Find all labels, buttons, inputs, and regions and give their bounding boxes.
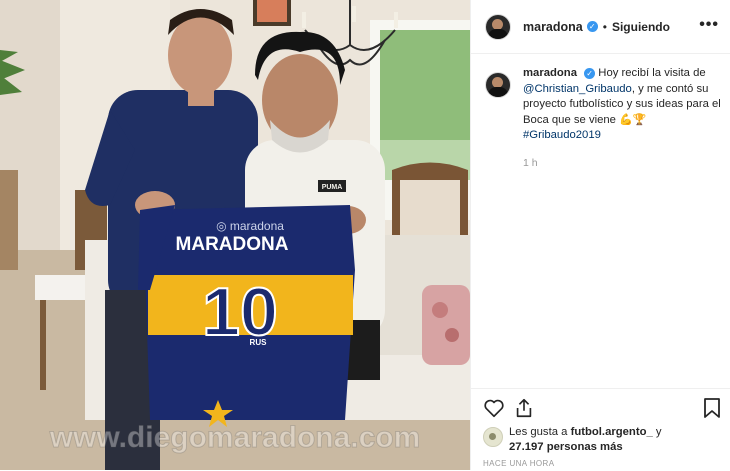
caption-text: maradona ✓ Hoy recibí la visita de @Chri… <box>523 66 723 144</box>
likes-count[interactable]: 27.197 personas más <box>509 441 623 453</box>
liker-username[interactable]: futbol.argento_ <box>571 426 653 438</box>
header-username[interactable]: maradona <box>523 20 583 34</box>
likes-prefix: Les gusta a <box>509 426 568 438</box>
caption-text-part1: Hoy recibí la visita de <box>598 67 706 79</box>
photo-illustration: PUMA ◎ maradona MARADONA 10 RUS www.dieg… <box>0 0 470 470</box>
shirt-handle: ◎ maradona <box>216 219 284 233</box>
shirt-name: MARADONA <box>176 234 289 255</box>
verified-badge-icon: ✓ <box>586 21 598 32</box>
post-age: HACE UNA HORA <box>483 459 555 468</box>
likes-text: Les gusta a futbol.argento_ y 27.197 per… <box>509 425 662 455</box>
post-photo[interactable]: PUMA ◎ maradona MARADONA 10 RUS www.dieg… <box>0 0 470 470</box>
like-heart-icon[interactable] <box>483 397 505 419</box>
following-button[interactable]: Siguiendo <box>612 20 670 34</box>
instagram-post: PUMA ◎ maradona MARADONA 10 RUS www.dieg… <box>0 0 730 470</box>
post-actions: Les gusta a futbol.argento_ y 27.197 per… <box>471 388 730 471</box>
more-options-icon[interactable]: ••• <box>699 17 719 33</box>
hashtag-link[interactable]: #Gribaudo2019 <box>523 129 601 141</box>
post-header: maradona ✓ • Siguiendo ••• <box>471 0 730 54</box>
instagram-glyph: ◎ <box>216 219 230 233</box>
boca-shirt: ◎ maradona MARADONA 10 RUS <box>138 205 355 427</box>
verified-badge-icon: ✓ <box>584 67 596 79</box>
shirt-handle-text: maradona <box>230 219 284 233</box>
tshirt-logo: PUMA <box>322 184 343 191</box>
watermark: www.diegomaradona.com <box>49 421 421 454</box>
avatar[interactable] <box>485 13 511 40</box>
emoji-icons: 💪🏆 <box>619 113 647 126</box>
caption-avatar[interactable] <box>485 72 511 98</box>
likes-summary: Les gusta a futbol.argento_ y 27.197 per… <box>483 425 662 455</box>
shirt-brand: RUS <box>250 338 268 347</box>
mention-link[interactable]: @Christian_Gribaudo <box>523 83 632 95</box>
post-sidebar: maradona ✓ • Siguiendo ••• maradona ✓ Ho… <box>470 0 730 470</box>
chair-right <box>392 162 468 240</box>
share-icon[interactable] <box>513 397 535 419</box>
caption-timestamp[interactable]: 1 h <box>523 157 538 169</box>
caption: maradona ✓ Hoy recibí la visita de @Chri… <box>471 66 730 144</box>
caption-username[interactable]: maradona <box>523 67 577 79</box>
likes-middle: y <box>655 426 662 438</box>
bookmark-icon[interactable] <box>703 397 721 419</box>
shirt-number: 10 <box>202 274 278 350</box>
separator-dot: • <box>602 19 607 34</box>
liker-avatar[interactable] <box>483 427 503 447</box>
